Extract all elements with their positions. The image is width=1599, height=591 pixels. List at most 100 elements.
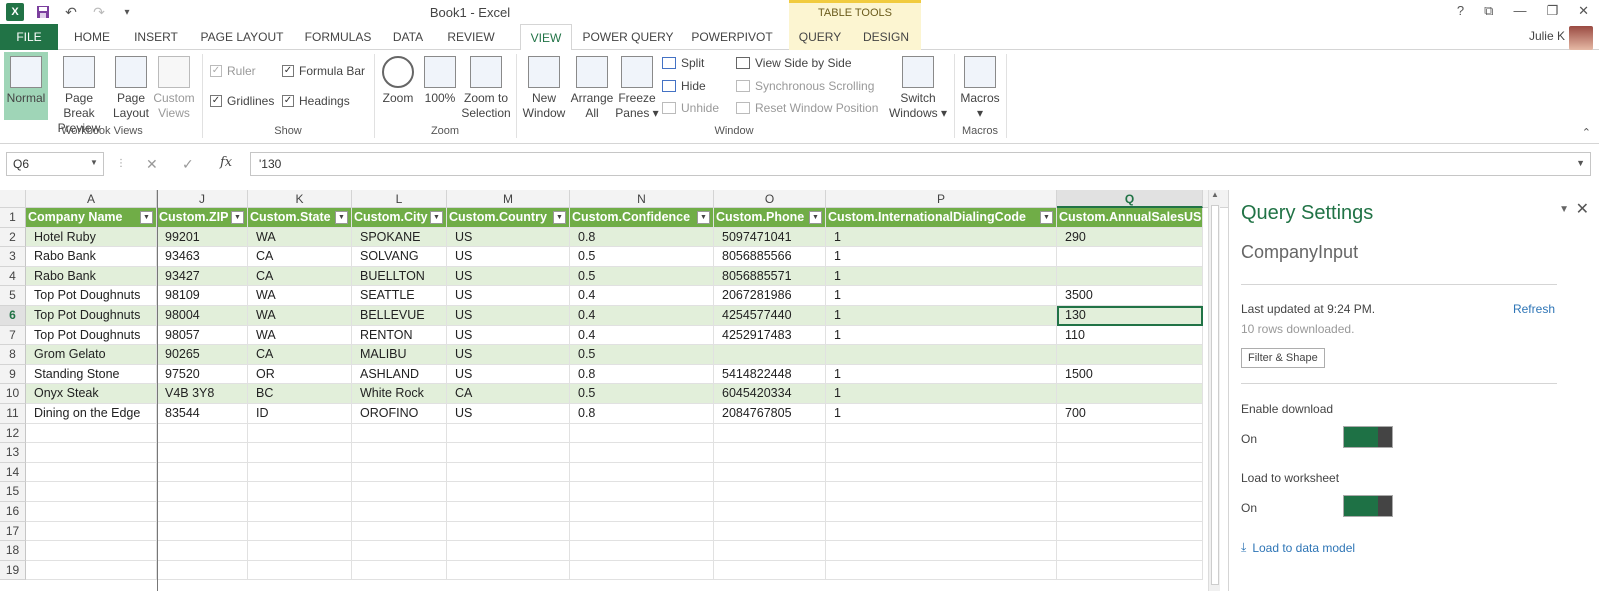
filter-dropdown-icon[interactable]: ▼ <box>1040 211 1053 224</box>
row-header[interactable]: 19 <box>0 560 26 581</box>
filter-dropdown-icon[interactable]: ▼ <box>430 211 443 224</box>
table-cell[interactable]: 6045420334 <box>714 384 826 404</box>
table-header-cell[interactable]: Custom.AnnualSalesUS <box>1057 208 1203 228</box>
table-cell[interactable] <box>1057 345 1203 365</box>
hide-button[interactable]: Hide <box>662 79 706 93</box>
enable-download-toggle[interactable] <box>1343 426 1393 448</box>
column-header-m[interactable]: M <box>447 190 570 208</box>
table-cell[interactable]: 98109 <box>157 286 248 306</box>
tab-power-query[interactable]: POWER QUERY <box>582 24 674 50</box>
avatar[interactable] <box>1569 26 1593 50</box>
empty-cell[interactable] <box>714 541 826 561</box>
empty-cell[interactable] <box>26 443 157 463</box>
table-cell[interactable]: BELLEVUE <box>352 306 447 326</box>
table-cell[interactable]: US <box>447 306 570 326</box>
table-cell[interactable]: White Rock <box>352 384 447 404</box>
empty-cell[interactable] <box>714 443 826 463</box>
empty-cell[interactable] <box>352 462 447 483</box>
minimize-icon[interactable]: — <box>1513 3 1526 19</box>
table-cell[interactable]: US <box>447 227 570 248</box>
table-cell[interactable]: US <box>447 247 570 267</box>
normal-view-button[interactable]: Normal <box>4 52 48 120</box>
table-cell[interactable]: 1 <box>826 384 1057 404</box>
tab-design[interactable]: DESIGN <box>851 24 921 50</box>
row-header[interactable]: 16 <box>0 502 26 522</box>
table-header-cell[interactable]: Custom.ZIP ▼ <box>157 208 248 228</box>
empty-cell[interactable] <box>1057 423 1203 444</box>
pane-options-icon[interactable]: ▼ <box>1559 204 1569 215</box>
zoom-to-selection-button[interactable]: Zoom to Selection <box>460 56 512 121</box>
table-cell[interactable]: Grom Gelato <box>26 345 157 365</box>
empty-cell[interactable] <box>714 423 826 444</box>
empty-cell[interactable] <box>570 482 714 502</box>
table-cell[interactable]: 1 <box>826 404 1057 424</box>
empty-cell[interactable] <box>26 560 157 581</box>
empty-cell[interactable] <box>26 541 157 561</box>
row-header[interactable]: 6 <box>0 306 26 326</box>
table-cell[interactable] <box>714 345 826 365</box>
empty-cell[interactable] <box>826 502 1057 522</box>
table-cell[interactable]: SPOKANE <box>352 227 447 248</box>
table-cell[interactable]: 93463 <box>157 247 248 267</box>
table-cell[interactable]: US <box>447 404 570 424</box>
table-header-cell[interactable]: Company Name ▼ <box>26 208 157 228</box>
table-cell[interactable]: Hotel Ruby <box>26 227 157 248</box>
confirm-entry-icon[interactable]: ✓ <box>182 156 194 173</box>
table-cell[interactable]: 5097471041 <box>714 227 826 248</box>
row-header[interactable]: 10 <box>0 384 26 404</box>
row-header[interactable]: 1 <box>0 208 26 228</box>
column-header-l[interactable]: L <box>352 190 447 208</box>
table-cell[interactable]: 1500 <box>1057 364 1203 385</box>
empty-cell[interactable] <box>26 482 157 502</box>
load-to-data-model-link[interactable]: ⤓ Load to data model <box>1241 540 1355 555</box>
empty-cell[interactable] <box>1057 521 1203 542</box>
table-cell[interactable]: 1 <box>826 286 1057 306</box>
table-cell[interactable]: 2067281986 <box>714 286 826 306</box>
empty-cell[interactable] <box>26 423 157 444</box>
empty-cell[interactable] <box>447 443 570 463</box>
table-header-cell[interactable]: Custom.Country ▼ <box>447 208 570 228</box>
collapse-ribbon-icon[interactable]: ⌃ <box>1582 126 1591 139</box>
table-header-cell[interactable]: Custom.State ▼ <box>248 208 352 228</box>
filter-dropdown-icon[interactable]: ▼ <box>231 211 244 224</box>
column-header-a[interactable]: A <box>26 190 157 208</box>
filter-dropdown-icon[interactable]: ▼ <box>140 211 153 224</box>
table-cell[interactable]: 4252917483 <box>714 325 826 346</box>
table-header-cell[interactable]: Custom.Confidence ▼ <box>570 208 714 228</box>
refresh-link[interactable]: Refresh <box>1513 302 1555 316</box>
table-cell[interactable]: 3500 <box>1057 286 1203 306</box>
table-cell[interactable]: 1 <box>826 306 1057 326</box>
ruler-checkbox[interactable]: ✓ Ruler <box>210 64 256 78</box>
filter-shape-button[interactable]: Filter & Shape <box>1241 348 1325 368</box>
table-cell[interactable]: 1 <box>826 227 1057 248</box>
new-window-button[interactable]: New Window <box>520 56 568 121</box>
freeze-panes-button[interactable]: Freeze Panes ▾ <box>614 56 660 121</box>
row-header[interactable]: 12 <box>0 423 26 444</box>
empty-cell[interactable] <box>714 482 826 502</box>
empty-cell[interactable] <box>570 462 714 483</box>
empty-cell[interactable] <box>157 521 248 542</box>
row-header[interactable]: 2 <box>0 227 26 248</box>
tab-powerpivot[interactable]: POWERPIVOT <box>684 24 780 50</box>
tab-view[interactable]: VIEW <box>520 24 572 51</box>
table-cell[interactable]: 98004 <box>157 306 248 326</box>
table-cell[interactable]: 0.8 <box>570 227 714 248</box>
headings-checkbox[interactable]: ✓ Headings <box>282 94 350 108</box>
table-cell[interactable]: 98057 <box>157 325 248 346</box>
select-all-corner[interactable] <box>0 190 26 208</box>
empty-cell[interactable] <box>248 462 352 483</box>
formula-input[interactable]: '130 <box>250 152 1591 176</box>
empty-cell[interactable] <box>447 502 570 522</box>
synchronous-scrolling-button[interactable]: Synchronous Scrolling <box>736 79 874 93</box>
empty-cell[interactable] <box>248 560 352 581</box>
empty-cell[interactable] <box>826 423 1057 444</box>
table-cell[interactable]: 93427 <box>157 266 248 287</box>
empty-cell[interactable] <box>352 541 447 561</box>
empty-cell[interactable] <box>157 462 248 483</box>
filter-dropdown-icon[interactable]: ▼ <box>697 211 710 224</box>
ribbon-display-options-icon[interactable]: ⧉ <box>1484 3 1493 19</box>
filter-dropdown-icon[interactable]: ▼ <box>335 211 348 224</box>
row-header[interactable]: 15 <box>0 482 26 502</box>
empty-cell[interactable] <box>826 482 1057 502</box>
table-cell[interactable]: 1 <box>826 247 1057 267</box>
